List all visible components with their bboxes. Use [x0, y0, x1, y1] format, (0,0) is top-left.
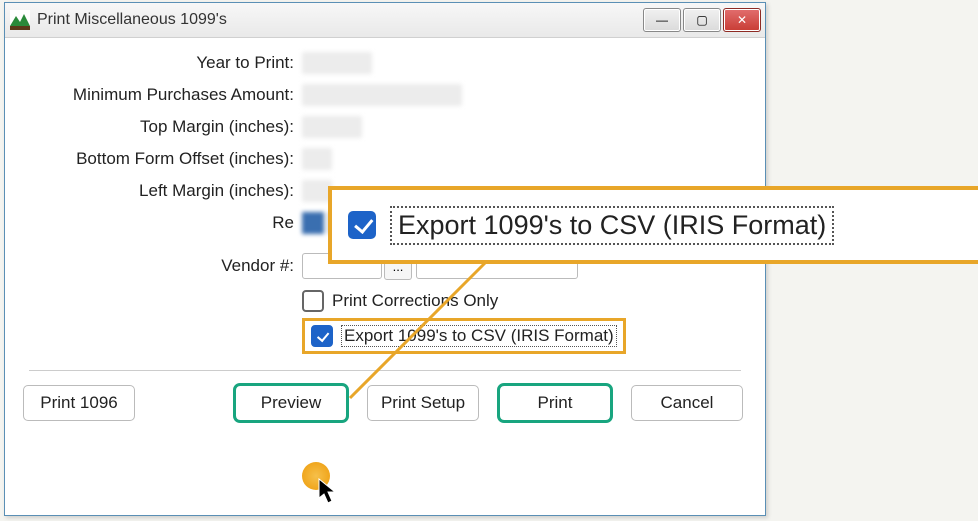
corrections-label: Print Corrections Only — [332, 291, 498, 311]
row-minpurch: Minimum Purchases Amount: — [29, 84, 741, 106]
print-label: Print — [538, 393, 573, 413]
cancel-label: Cancel — [661, 393, 714, 413]
preview-label: Preview — [261, 393, 321, 413]
label-rej-text: Re — [272, 213, 294, 232]
callout-checkbox — [348, 211, 376, 239]
print-1096-button[interactable]: Print 1096 — [23, 385, 135, 421]
export-csv-label: Export 1099's to CSV (IRIS Format) — [341, 325, 617, 347]
button-bar: Print 1096 Preview Print Setup Print Can… — [5, 385, 765, 439]
window-controls: — ▢ ✕ — [643, 8, 761, 32]
minpurch-field[interactable] — [302, 84, 462, 106]
callout-box: Export 1099's to CSV (IRIS Format) — [328, 186, 978, 264]
separator — [29, 370, 741, 371]
label-year: Year to Print: — [29, 53, 302, 73]
maximize-button[interactable]: ▢ — [683, 8, 721, 32]
print-1096-label: Print 1096 — [40, 393, 118, 413]
cancel-button[interactable]: Cancel — [631, 385, 743, 421]
app-icon — [9, 9, 31, 31]
bottomoffset-field[interactable] — [302, 148, 332, 170]
callout-label: Export 1099's to CSV (IRIS Format) — [390, 206, 834, 245]
row-corrections: Print Corrections Only — [302, 290, 741, 312]
row-bottomoffset: Bottom Form Offset (inches): — [29, 148, 741, 170]
topmargin-field[interactable] — [302, 116, 362, 138]
titlebar[interactable]: Print Miscellaneous 1099's — ▢ ✕ — [5, 3, 765, 38]
label-leftmargin: Left Margin (inches): — [29, 181, 302, 201]
minimize-icon: — — [656, 13, 668, 27]
preview-button[interactable]: Preview — [235, 385, 347, 421]
print-button[interactable]: Print — [499, 385, 611, 421]
export-csv-checkbox[interactable] — [311, 325, 333, 347]
minimize-button[interactable]: — — [643, 8, 681, 32]
print-setup-button[interactable]: Print Setup — [367, 385, 479, 421]
corrections-checkbox[interactable] — [302, 290, 324, 312]
row-topmargin: Top Margin (inches): — [29, 116, 741, 138]
row-year: Year to Print: — [29, 52, 741, 74]
close-button[interactable]: ✕ — [723, 8, 761, 32]
label-rej: Re — [29, 213, 302, 233]
label-vendor: Vendor #: — [29, 256, 302, 276]
cursor-icon — [318, 478, 340, 511]
export-csv-highlight: Export 1099's to CSV (IRIS Format) — [302, 318, 626, 354]
label-topmargin: Top Margin (inches): — [29, 117, 302, 137]
label-minpurch: Minimum Purchases Amount: — [29, 85, 302, 105]
maximize-icon: ▢ — [696, 13, 707, 27]
close-icon: ✕ — [737, 13, 747, 27]
year-field[interactable] — [302, 52, 372, 74]
print-setup-label: Print Setup — [381, 393, 465, 413]
window-title: Print Miscellaneous 1099's — [37, 11, 227, 29]
label-bottomoffset: Bottom Form Offset (inches): — [29, 149, 302, 169]
